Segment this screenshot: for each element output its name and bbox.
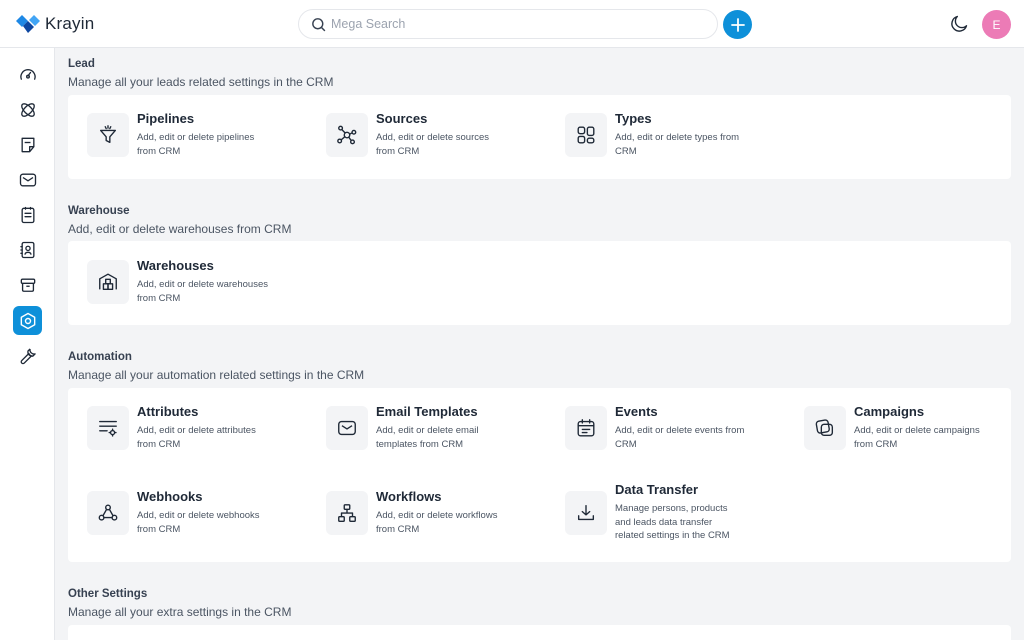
- warehouse-icon: [99, 273, 117, 291]
- filter-icon: [99, 125, 117, 144]
- data-transfer-icon-box: [565, 491, 607, 535]
- setting-title: Attributes: [137, 404, 199, 419]
- setting-description: Add, edit or delete warehouses from CRM: [137, 279, 268, 304]
- logo-text: Krayin: [45, 14, 95, 33]
- section-title-other-settings: Other Settings: [68, 588, 148, 600]
- setting-title: Workflows: [376, 489, 442, 504]
- sidebar-item-dashboard[interactable]: [13, 60, 42, 89]
- section-desc-automation: Manage all your automation related setti…: [68, 368, 365, 382]
- user-avatar[interactable]: E: [982, 10, 1011, 39]
- calendar-icon: [577, 419, 595, 437]
- setting-description: Add, edit or delete pipelines from CRM: [137, 132, 255, 157]
- sidebar-item-configuration[interactable]: [13, 341, 42, 370]
- section-title-warehouse: Warehouse: [68, 205, 130, 217]
- grid-icon: [577, 126, 595, 144]
- lead-settings-card: Pipelines Add, edit or delete pipelines …: [68, 95, 1011, 179]
- sidebar-item-products[interactable]: [13, 270, 42, 299]
- sidebar-item-settings[interactable]: [13, 306, 42, 335]
- setting-description: Add, edit or delete webhooks from CRM: [137, 510, 260, 535]
- setting-title: Campaigns: [854, 404, 925, 419]
- section-title-automation: Automation: [68, 351, 132, 363]
- sidebar-item-leads[interactable]: [13, 95, 42, 124]
- sidebar: [0, 48, 55, 640]
- setting-title: Warehouses: [137, 258, 214, 273]
- webhooks-icon-box: [87, 491, 129, 535]
- leads-icon: [20, 102, 35, 117]
- other-settings-card: [68, 625, 1011, 640]
- sidebar-item-contacts[interactable]: [13, 235, 42, 264]
- setting-description: Add, edit or delete email templates from…: [376, 425, 479, 450]
- sidebar-item-quotes[interactable]: [13, 130, 42, 159]
- campaigns-icon-box: [804, 406, 846, 450]
- top-header: Krayin E: [0, 0, 1024, 48]
- sidebar-item-activities[interactable]: [13, 200, 42, 229]
- plus-icon: [730, 17, 745, 32]
- settings-icon: [20, 312, 35, 329]
- setting-title: Sources: [376, 111, 428, 126]
- setting-title: Pipelines: [137, 111, 195, 126]
- network-icon: [337, 125, 357, 145]
- workflows-icon-box: [326, 491, 368, 535]
- setting-description: Add, edit or delete workflows from CRM: [376, 510, 498, 535]
- section-desc-other-settings: Manage all your extra settings in the CR…: [68, 605, 292, 619]
- setting-title: Types: [615, 111, 652, 126]
- quick-create-button[interactable]: [723, 10, 752, 39]
- setting-title: Webhooks: [137, 489, 203, 504]
- krayin-logo[interactable]: Krayin: [15, 14, 94, 34]
- setting-description: Add, edit or delete campaigns from CRM: [854, 425, 980, 450]
- events-icon-box: [565, 406, 607, 450]
- setting-description: Add, edit or delete sources from CRM: [376, 132, 490, 157]
- krayin-logo-icon: [16, 15, 40, 33]
- setting-title: Email Templates: [376, 404, 478, 419]
- email-templates-icon-box: [326, 406, 368, 450]
- setting-description: Manage persons, products and leads data …: [615, 503, 730, 541]
- download-icon: [577, 504, 595, 521]
- quotes-icon: [21, 137, 34, 152]
- dashboard-icon: [19, 68, 36, 80]
- sources-icon-box: [326, 113, 368, 157]
- warehouses-icon-box: [87, 260, 129, 304]
- section-desc-lead: Manage all your leads related settings i…: [68, 75, 334, 89]
- contacts-icon: [19, 241, 34, 258]
- setting-description: Add, edit or delete events from CRM: [615, 425, 745, 450]
- setting-description: Add, edit or delete attributes from CRM: [137, 425, 256, 450]
- webhook-icon: [98, 504, 118, 521]
- dark-mode-toggle-icon[interactable]: [949, 13, 970, 34]
- campaigns-icon: [815, 419, 834, 437]
- setting-title: Data Transfer: [615, 482, 699, 497]
- avatar-initial: E: [992, 17, 1001, 32]
- mega-search[interactable]: [298, 9, 718, 39]
- workflow-icon: [338, 504, 356, 522]
- setting-description: Add, edit or delete types from CRM: [615, 132, 740, 157]
- setting-title: Events: [615, 404, 658, 419]
- mail-icon: [19, 173, 36, 186]
- attributes-icon: [99, 420, 117, 437]
- settings-page: Lead Manage all your leads related setti…: [56, 48, 1024, 640]
- search-icon: [312, 18, 326, 32]
- search-input[interactable]: [331, 15, 701, 33]
- types-icon-box: [565, 113, 607, 157]
- warehouse-settings-card: Warehouses Add, edit or delete warehouse…: [68, 241, 1011, 325]
- activities-icon: [21, 206, 34, 223]
- products-icon: [20, 278, 35, 292]
- envelope-icon: [338, 420, 356, 436]
- wrench-icon: [20, 347, 36, 364]
- pipelines-icon-box: [87, 113, 129, 157]
- section-desc-warehouse: Add, edit or delete warehouses from CRM: [68, 222, 292, 236]
- attributes-icon-box: [87, 406, 129, 450]
- automation-settings-card: Attributes Add, edit or delete attribute…: [68, 388, 1011, 562]
- section-title-lead: Lead: [68, 58, 95, 70]
- sidebar-item-mail[interactable]: [13, 165, 42, 194]
